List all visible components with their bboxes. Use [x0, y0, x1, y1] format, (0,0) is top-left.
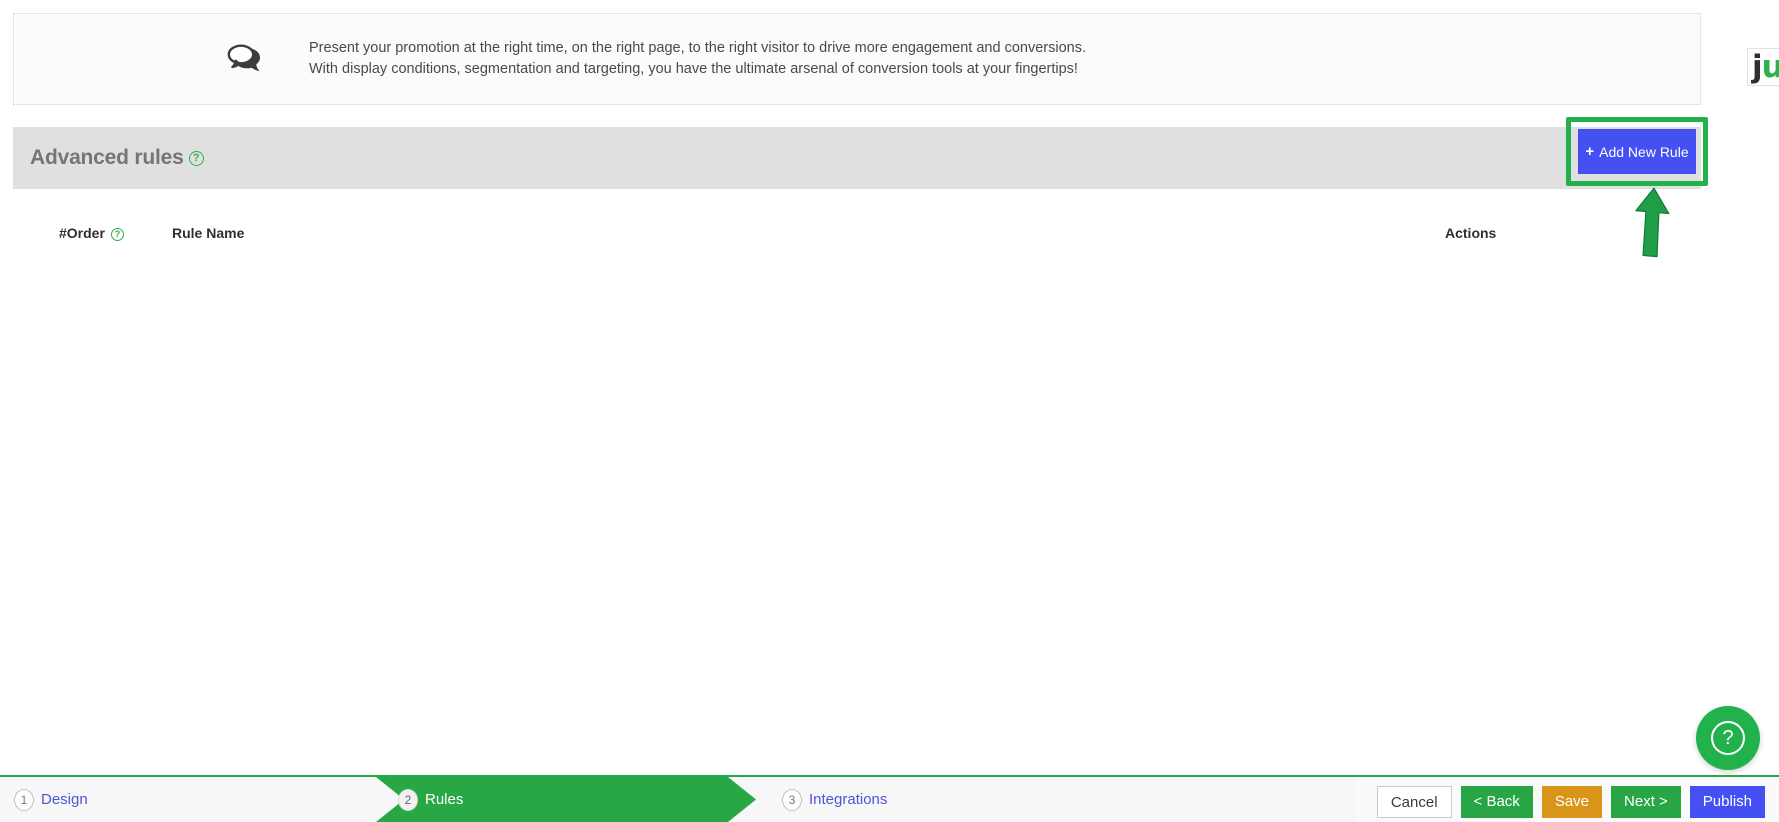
help-icon-order[interactable]: ?	[110, 227, 124, 241]
footer-action-buttons: Cancel < Back Save Next > Publish	[1376, 779, 1765, 822]
footer-bar: 1 Design 2 Rules 3 Integrations Cancel <…	[0, 775, 1779, 822]
rules-table-header: #Order? Rule Name Actions	[13, 225, 1701, 255]
wizard-step-label-design: Design	[41, 791, 88, 808]
advanced-rules-header: Advanced rules?	[13, 127, 1701, 189]
rules-table-body	[13, 255, 1355, 608]
brand-logo-letter-j: j	[1752, 49, 1763, 85]
question-mark-icon: ?	[1711, 721, 1745, 755]
brand-logo-letter-u: u	[1762, 49, 1779, 85]
wizard-step-label-integrations: Integrations	[809, 791, 888, 808]
wizard-step-integrations[interactable]: 3 Integrations	[774, 777, 887, 822]
add-new-rule-label: Add New Rule	[1599, 143, 1689, 160]
help-support-button[interactable]: ?	[1696, 706, 1760, 770]
banner-text: Present your promotion at the right time…	[309, 38, 1086, 80]
add-new-rule-button[interactable]: + Add New Rule	[1578, 129, 1696, 174]
back-button[interactable]: < Back	[1460, 785, 1533, 818]
save-button[interactable]: Save	[1541, 785, 1603, 818]
column-header-order-label: #Order	[59, 225, 105, 241]
wizard-steps: 1 Design 2 Rules 3 Integrations	[0, 777, 1356, 822]
page-title: Advanced rules?	[30, 146, 204, 170]
column-header-actions: Actions	[1445, 225, 1497, 241]
publish-button[interactable]: Publish	[1689, 785, 1765, 818]
banner-line-1: Present your promotion at the right time…	[309, 40, 1086, 56]
wizard-step-number-3: 3	[782, 788, 802, 811]
wizard-step-rules[interactable]: 2 Rules	[390, 777, 463, 822]
banner-line-2: With display conditions, segmentation an…	[309, 61, 1078, 77]
page-root: Present your promotion at the right time…	[0, 0, 1779, 822]
column-header-rule-name: Rule Name	[172, 225, 245, 241]
page-title-text: Advanced rules	[30, 146, 184, 169]
help-icon-advanced-rules[interactable]: ?	[188, 150, 204, 166]
plus-icon: +	[1585, 143, 1595, 160]
column-header-order: #Order?	[59, 225, 124, 241]
cancel-button[interactable]: Cancel	[1376, 785, 1452, 818]
add-new-rule-container: + Add New Rule	[1578, 129, 1696, 174]
wizard-step-design[interactable]: 1 Design	[6, 777, 88, 822]
info-banner: Present your promotion at the right time…	[13, 13, 1701, 105]
wizard-step-number-2: 2	[398, 788, 418, 811]
wizard-step-label-rules: Rules	[425, 791, 464, 808]
brand-logo[interactable]: ju	[1747, 48, 1779, 86]
speech-bubbles-icon	[189, 40, 299, 78]
wizard-step-number-1: 1	[14, 788, 34, 811]
next-button[interactable]: Next >	[1611, 785, 1681, 818]
